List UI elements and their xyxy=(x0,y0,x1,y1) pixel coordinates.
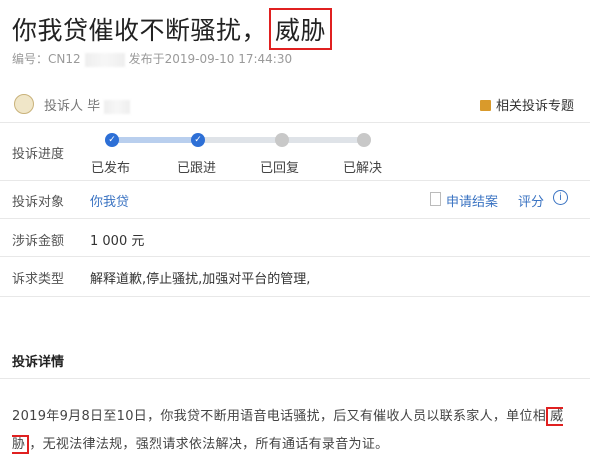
info-icon[interactable]: i xyxy=(553,190,568,205)
complainant-label: 投诉人 毕 xyxy=(44,99,101,114)
step-label: 已跟进 xyxy=(177,161,217,176)
related-topic-label: 相关投诉专题 xyxy=(495,99,574,114)
topic-icon xyxy=(479,100,491,111)
progress-fill xyxy=(112,137,198,143)
divider xyxy=(0,122,590,123)
step-dot-published: ✓ xyxy=(105,133,119,147)
progress-label: 投诉进度 xyxy=(12,147,65,162)
complaint-number: 编号：CN12 xyxy=(12,52,81,66)
divider xyxy=(0,378,590,379)
redacted-name xyxy=(104,99,131,114)
redacted-number xyxy=(84,52,125,67)
step-label: 已解决 xyxy=(343,161,383,176)
title-highlight: 威胁 xyxy=(269,8,333,50)
step-label: 已发布 xyxy=(91,161,131,176)
page-title: 你我贷催收不断骚扰， 威胁 xyxy=(12,8,333,50)
target-company-link[interactable]: 你我贷 xyxy=(90,191,129,210)
step-dot-resolved xyxy=(357,133,371,147)
complaint-meta: 编号：CN12 发布于2019-09-10 17:44:30 xyxy=(12,50,292,67)
rate-button[interactable]: 评分 xyxy=(518,191,544,210)
divider xyxy=(0,218,590,219)
details-section-title: 投诉详情 xyxy=(12,355,65,370)
divider xyxy=(0,256,590,257)
amount-value: 1 000 元 xyxy=(90,234,145,249)
demand-value: 解释道歉,停止骚扰,加强对平台的管理, xyxy=(90,272,311,287)
divider xyxy=(0,296,590,297)
demand-label: 诉求类型 xyxy=(12,272,65,287)
detail-text-part: 2019年9月8日至10日，你我贷不断用语音电话骚扰，后又有催收人员以联系家人，… xyxy=(12,409,547,424)
step-dot-replied xyxy=(275,133,289,147)
title-text: 你我贷催收不断骚扰， xyxy=(12,16,268,45)
amount-label: 涉诉金额 xyxy=(12,234,65,249)
divider xyxy=(0,180,590,181)
related-topic-link[interactable]: 相关投诉专题 xyxy=(479,95,574,114)
apply-close-button[interactable]: 申请结案 xyxy=(446,191,498,210)
document-icon xyxy=(430,192,441,206)
complainant-name: 投诉人 毕 xyxy=(44,95,134,114)
target-label: 投诉对象 xyxy=(12,195,65,210)
step-label: 已回复 xyxy=(260,161,300,176)
published-time: 发布于2019-09-10 17:44:30 xyxy=(128,52,293,66)
complaint-detail-text: 2019年9月8日至10日，你我贷不断用语音电话骚扰，后又有催收人员以联系家人，… xyxy=(12,403,578,459)
detail-text-part: ，无视法律法规，强烈请求依法解决，所有通话有录音为证。 xyxy=(29,437,389,452)
step-dot-followed: ✓ xyxy=(191,133,205,147)
avatar xyxy=(14,94,34,114)
